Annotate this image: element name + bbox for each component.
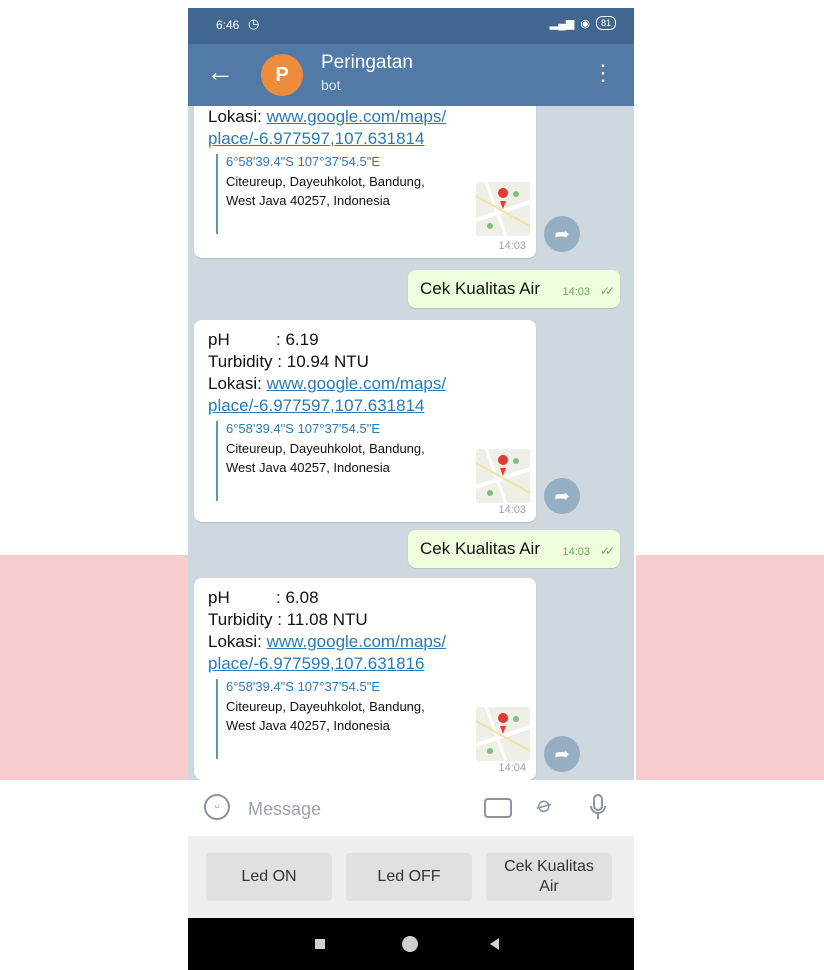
- turbidity-line: Turbidity : 11.08 NTU: [208, 610, 368, 630]
- map-pin-icon: [476, 449, 530, 503]
- map-pin-icon: [476, 707, 530, 761]
- message-time: 14:03: [498, 240, 526, 252]
- message-input[interactable]: [246, 794, 470, 824]
- preview-address-line-2: West Java 40257, Indonesia: [226, 718, 390, 733]
- preview-address-line-2: West Java 40257, Indonesia: [226, 460, 390, 475]
- share-icon[interactable]: ➦: [544, 216, 580, 252]
- map-thumbnail[interactable]: [476, 182, 530, 236]
- led-on-button[interactable]: Led ON: [206, 853, 332, 901]
- chat-subtitle: bot: [321, 77, 341, 93]
- message-composer: ᵕ ⌀: [188, 780, 634, 836]
- share-icon[interactable]: ➦: [544, 736, 580, 772]
- message-time: 14:03: [562, 546, 590, 558]
- ph-label: pH: [208, 588, 230, 607]
- link-preview[interactable]: 6°58'39.4"S 107°37'54.5"E Citeureup, Day…: [216, 421, 530, 503]
- location-line: Lokasi: www.google.com/maps/: [208, 374, 446, 394]
- bot-keyboard: Led ON Led OFF Cek Kualitas Air: [188, 836, 634, 918]
- preview-title: 6°58'39.4"S 107°37'54.5"E: [226, 154, 380, 169]
- preview-address: Citeureup, Dayeuhkolot, Bandung, West Ja…: [226, 439, 425, 477]
- location-line: Lokasi: www.google.com/maps/: [208, 107, 446, 127]
- location-label: Lokasi:: [208, 107, 267, 126]
- preview-address-line-1: Citeureup, Dayeuhkolot, Bandung,: [226, 441, 425, 456]
- turbidity-label: Turbidity: [208, 610, 273, 629]
- maps-link[interactable]: www.google.com/maps/: [267, 632, 447, 651]
- chat-header: ← P Peringatan bot ⋮: [188, 44, 634, 106]
- outgoing-message: Cek Kualitas Air 14:03 ✓✓: [408, 530, 620, 568]
- alarm-icon: ◷: [248, 16, 260, 31]
- status-time: 6:46: [216, 18, 240, 32]
- turbidity-line: Turbidity : 10.94 NTU: [208, 352, 369, 372]
- keyboard-icon[interactable]: [484, 798, 512, 818]
- outgoing-message: Cek Kualitas Air 14:03 ✓✓: [408, 270, 620, 308]
- ph-line: pH : 6.08: [208, 588, 319, 608]
- preview-address: Citeureup, Dayeuhkolot, Bandung, West Ja…: [226, 697, 425, 735]
- location-label: Lokasi:: [208, 374, 267, 393]
- home-icon[interactable]: [402, 936, 418, 952]
- wifi-icon: ◉: [580, 17, 590, 30]
- emoji-icon[interactable]: ᵕ: [204, 794, 230, 820]
- message-time: 14:03: [498, 504, 526, 516]
- background-band-right: [636, 555, 824, 780]
- back-icon[interactable]: [490, 938, 499, 950]
- status-icons: ▂▄▆ ◉ 81: [550, 16, 616, 30]
- message-text: Cek Kualitas Air: [420, 539, 540, 558]
- maps-link[interactable]: www.google.com/maps/: [267, 374, 447, 393]
- read-checks-icon: ✓✓: [599, 284, 615, 298]
- incoming-message: Lokasi: www.google.com/maps/ place/-6.97…: [194, 106, 536, 258]
- system-nav-bar: [188, 918, 634, 970]
- message-time: 14:03: [562, 286, 590, 298]
- background-band-left: [0, 555, 188, 780]
- location-line-2: place/-6.977597,107.631814: [208, 129, 424, 149]
- share-icon[interactable]: ➦: [544, 478, 580, 514]
- phone-screen: 6:46 ◷ ▂▄▆ ◉ 81 ← P Peringatan bot ⋮ Lok…: [188, 8, 634, 970]
- ph-value: : 6.19: [276, 330, 319, 349]
- back-arrow-icon[interactable]: ←: [206, 58, 234, 86]
- battery-icon: 81: [595, 16, 616, 30]
- signal-icon: ▂▄▆: [549, 17, 575, 30]
- read-checks-icon: ✓✓: [599, 544, 615, 558]
- more-vert-icon[interactable]: ⋮: [592, 62, 614, 84]
- maps-link-continued[interactable]: place/-6.977597,107.631814: [208, 396, 424, 415]
- map-thumbnail[interactable]: [476, 449, 530, 503]
- location-line-2: place/-6.977599,107.631816: [208, 654, 424, 674]
- location-label: Lokasi:: [208, 632, 267, 651]
- message-text: Cek Kualitas Air: [420, 279, 540, 298]
- preview-title: 6°58'39.4"S 107°37'54.5"E: [226, 679, 380, 694]
- attach-icon[interactable]: ⌀: [532, 790, 557, 819]
- message-list[interactable]: Lokasi: www.google.com/maps/ place/-6.97…: [188, 106, 634, 780]
- maps-link-continued[interactable]: place/-6.977597,107.631814: [208, 129, 424, 148]
- incoming-message: pH : 6.08 Turbidity : 11.08 NTU Lokasi: w…: [194, 578, 536, 780]
- avatar[interactable]: P: [261, 54, 303, 96]
- ph-line: pH : 6.19: [208, 330, 319, 350]
- message-time: 14:04: [498, 762, 526, 774]
- preview-title: 6°58'39.4"S 107°37'54.5"E: [226, 421, 380, 436]
- link-preview[interactable]: 6°58'39.4"S 107°37'54.5"E Citeureup, Day…: [216, 679, 530, 761]
- map-thumbnail[interactable]: [476, 707, 530, 761]
- incoming-message: pH : 6.19 Turbidity : 10.94 NTU Lokasi: w…: [194, 320, 536, 522]
- turbidity-label: Turbidity: [208, 352, 273, 371]
- turbidity-value: : 10.94 NTU: [277, 352, 369, 371]
- map-pin-icon: [476, 182, 530, 236]
- check-water-quality-button[interactable]: Cek Kualitas Air: [486, 853, 612, 901]
- link-preview[interactable]: 6°58'39.4"S 107°37'54.5"E Citeureup, Day…: [216, 154, 530, 236]
- turbidity-value: : 11.08 NTU: [277, 610, 368, 629]
- maps-link[interactable]: www.google.com/maps/: [267, 107, 447, 126]
- ph-value: : 6.08: [276, 588, 319, 607]
- led-off-button[interactable]: Led OFF: [346, 853, 472, 901]
- recents-icon[interactable]: [315, 939, 325, 949]
- preview-address-line-1: Citeureup, Dayeuhkolot, Bandung,: [226, 174, 425, 189]
- chat-title[interactable]: Peringatan: [321, 52, 413, 74]
- preview-address-line-1: Citeureup, Dayeuhkolot, Bandung,: [226, 699, 425, 714]
- mic-icon[interactable]: [590, 794, 606, 820]
- location-line-2: place/-6.977597,107.631814: [208, 396, 424, 416]
- location-line: Lokasi: www.google.com/maps/: [208, 632, 446, 652]
- preview-address: Citeureup, Dayeuhkolot, Bandung, West Ja…: [226, 172, 425, 210]
- ph-label: pH: [208, 330, 230, 349]
- preview-address-line-2: West Java 40257, Indonesia: [226, 193, 390, 208]
- maps-link-continued[interactable]: place/-6.977599,107.631816: [208, 654, 424, 673]
- status-bar: 6:46 ◷ ▂▄▆ ◉ 81: [188, 8, 634, 44]
